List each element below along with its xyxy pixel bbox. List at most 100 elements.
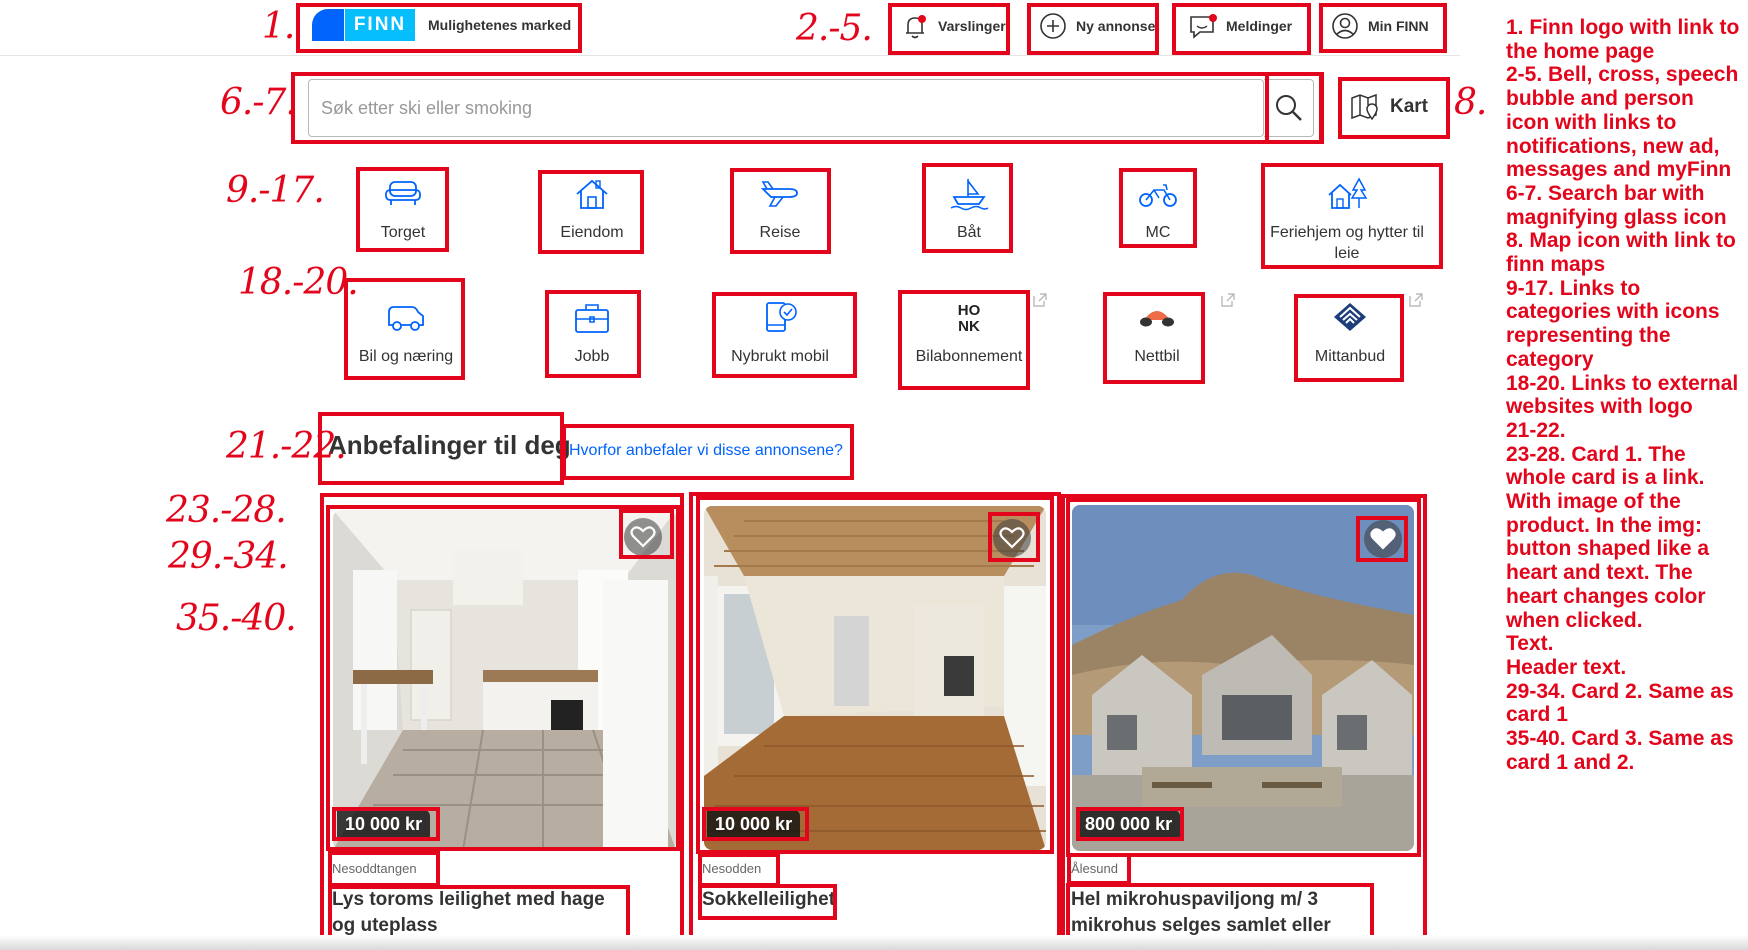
- category-mittanbud[interactable]: Mittanbud: [1302, 300, 1398, 367]
- note-text: Text.: [1506, 632, 1554, 656]
- ad-card-3-image: [1072, 505, 1414, 851]
- category-jobb[interactable]: Jobb: [552, 300, 632, 367]
- category-jobb-label: Jobb: [574, 348, 610, 365]
- external-link-icon: [1409, 293, 1423, 307]
- note-18-20: 18-20. Links to external websites with l…: [1506, 371, 1739, 419]
- category-reise-label: Reise: [759, 224, 801, 241]
- favorite-button[interactable]: [624, 518, 662, 556]
- favorite-button[interactable]: [993, 519, 1031, 557]
- note-2-5: 2-5. Bell, cross, speech bubble and pers…: [1506, 63, 1739, 182]
- category-baat-label: Båt: [956, 224, 981, 241]
- category-bil-og-naering[interactable]: Bil og næring: [350, 300, 462, 367]
- bell-icon: [906, 15, 926, 39]
- note-9-17: 9-17. Links to categories with icons rep…: [1506, 276, 1720, 371]
- note-8: 8. Map icon with link to finn maps: [1506, 229, 1736, 277]
- annotation-label-18-20: 18.-20.: [238, 262, 359, 303]
- annotation-notes: 1. Finn logo with link to the home page …: [1506, 16, 1742, 775]
- boat-icon: [950, 179, 989, 211]
- note-header-text: Header text.: [1506, 655, 1627, 679]
- category-bil-og-naering-label: Bil og næring: [358, 348, 454, 365]
- kitchen-photo: [333, 510, 676, 850]
- heart-icon: [1370, 528, 1396, 550]
- category-feriehjem[interactable]: Feriehjem og hytter til leie: [1268, 176, 1426, 264]
- honk-logo: HO NK: [958, 302, 981, 335]
- nav-my-finn[interactable]: Min FINN: [1330, 6, 1429, 46]
- note-6-7: 6-7. Search bar with magnifying glass ic…: [1506, 181, 1727, 229]
- heart-icon: [999, 527, 1025, 549]
- ad-card-2-image: [704, 506, 1046, 850]
- nav-notifications-label: Varslinger: [938, 18, 1006, 34]
- category-eiendom[interactable]: Eiendom: [545, 176, 639, 243]
- nav-messages[interactable]: Meldinger: [1188, 6, 1292, 46]
- nav-new-ad-label: Ny annonse: [1076, 18, 1156, 34]
- category-torget[interactable]: Torget: [362, 176, 444, 243]
- briefcase-icon: [575, 304, 609, 333]
- annotation-label-6-7: 6.-7.: [220, 82, 297, 123]
- map-label: Kart: [1390, 96, 1429, 117]
- category-eiendom-label: Eiendom: [560, 224, 624, 241]
- category-feriehjem-label: Feriehjem og hytter til leie: [1270, 224, 1424, 262]
- nav-new-ad[interactable]: Ny annonse: [1038, 6, 1155, 46]
- note-1: 1. Finn logo with link to the home page: [1506, 16, 1740, 63]
- ad-card-2-location: Nesodden: [702, 861, 762, 876]
- recommendations-heading: Anbefalinger til deg: [328, 430, 571, 460]
- motorcycle-icon: [1139, 184, 1177, 207]
- ad-card-2-title: Sokkelleilighet: [702, 889, 836, 910]
- category-nettbil-label: Nettbil: [1134, 348, 1180, 365]
- ad-card-3-price: 800 000 kr: [1077, 810, 1181, 839]
- note-35-40: 35-40. Card 3. Same as card 1 and 2.: [1506, 727, 1734, 774]
- plus-circle-icon: [1040, 13, 1066, 39]
- category-nettbil[interactable]: Nettbil: [1120, 300, 1194, 367]
- nav-messages-label: Meldinger: [1226, 18, 1293, 34]
- why-recommended-link[interactable]: Hvorfor anbefaler vi disse annonsene?: [569, 442, 843, 460]
- search-button[interactable]: [1264, 79, 1314, 137]
- category-mc-label: MC: [1145, 224, 1171, 241]
- category-reise[interactable]: Reise: [735, 176, 825, 243]
- phone-icon: [766, 302, 797, 332]
- category-baat[interactable]: Båt: [929, 176, 1009, 243]
- category-mc[interactable]: MC: [1124, 176, 1192, 243]
- ad-card-2-price: 10 000 kr: [707, 810, 801, 839]
- category-bilabonnement[interactable]: HO NK Bilabonnement: [909, 300, 1029, 367]
- annotation-label-21-22: 21.-22.: [226, 426, 347, 467]
- bottom-fade: [0, 935, 1748, 950]
- finn-logo-text: FINN: [345, 9, 415, 41]
- nettbil-logo: [1140, 311, 1174, 327]
- mittanbud-logo: [1334, 303, 1366, 331]
- nav-my-finn-label: Min FINN: [1368, 18, 1429, 34]
- category-nybrukt-mobil[interactable]: Nybrukt mobil: [712, 300, 848, 367]
- cabin-icon: [1328, 177, 1368, 209]
- heart-icon: [630, 526, 656, 548]
- map-icon: [1351, 93, 1378, 121]
- annotation-label-8: 8.: [1454, 82, 1487, 123]
- search-input[interactable]: Søk etter ski eller smoking: [308, 79, 1264, 137]
- favorite-button[interactable]: [1364, 520, 1402, 558]
- note-21-22: 21-22.: [1506, 418, 1566, 442]
- map-button[interactable]: Kart: [1350, 84, 1428, 130]
- chat-bubble-icon: [1190, 14, 1217, 39]
- magnifying-glass-icon: [1275, 95, 1302, 121]
- svg-text:HO: HO: [958, 302, 981, 319]
- annotation-label-23-28: 23.-28.: [166, 490, 287, 531]
- person-icon: [1332, 13, 1358, 39]
- annotation-label-2-5: 2.-5.: [796, 8, 873, 49]
- ad-card-1-title: Lys toroms leilighet med hage og uteplas…: [332, 889, 605, 936]
- tagline: Mulighetenes marked: [428, 17, 572, 33]
- house-icon: [576, 179, 608, 209]
- living-room-photo: [704, 506, 1046, 850]
- finn-logo-icon: [312, 9, 344, 41]
- note-29-34: 29-34. Card 2. Same as card 1: [1506, 679, 1734, 727]
- external-link-icon: [1221, 293, 1235, 307]
- ad-card-1-image: [333, 510, 676, 850]
- annotation-label-1: 1.: [262, 6, 295, 47]
- micro-houses-photo: [1072, 505, 1414, 851]
- annotation-label-29-34: 29.-34.: [168, 536, 289, 577]
- ad-card-1-location: Nesoddtangen: [332, 861, 417, 876]
- header-divider: [0, 55, 1460, 56]
- svg-text:NK: NK: [958, 318, 980, 335]
- category-mittanbud-label: Mittanbud: [1314, 348, 1386, 365]
- car-icon: [388, 306, 424, 331]
- category-torget-label: Torget: [380, 224, 426, 241]
- nav-notifications[interactable]: Varslinger: [900, 6, 1006, 46]
- external-link-icon: [1033, 293, 1047, 307]
